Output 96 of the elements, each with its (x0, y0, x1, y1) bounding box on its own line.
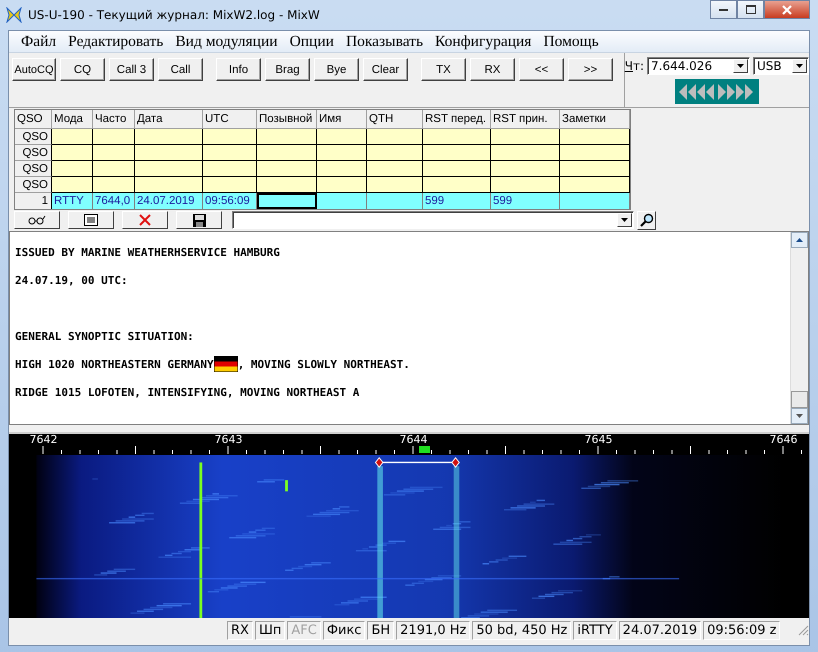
down-arrow-icon[interactable] (796, 414, 803, 418)
table-cell: 7644,0 (93, 193, 135, 209)
column-header[interactable]: Дата (135, 110, 203, 129)
macro-button[interactable]: >> (568, 58, 613, 81)
menu-item[interactable]: Редактировать (62, 32, 170, 50)
close-icon (782, 4, 792, 14)
log-row[interactable]: QSO (15, 161, 630, 177)
macro-button[interactable]: Clear (363, 58, 408, 81)
frequency-label: 7646 (768, 434, 798, 443)
log-row[interactable]: QSO (15, 145, 630, 161)
glasses-icon (28, 215, 46, 225)
up-arrow-icon[interactable] (796, 238, 803, 242)
frequency-label: Чт: (624, 59, 644, 73)
tuning-arrows-button[interactable] (674, 79, 759, 104)
cross-icon (139, 214, 151, 226)
log-row[interactable]: 1 RTTY 7644,0 24.07.2019 09:56:09 599 599 (15, 193, 630, 209)
received-text-line: ISSUED BY MARINE WEATHERHSERVICE HAMBURG (15, 246, 280, 259)
macro-button[interactable]: << (519, 58, 564, 81)
received-text-line: GENERAL SYNOPTIC SITUATION: (15, 330, 194, 343)
log-row[interactable]: QSO (15, 177, 630, 193)
row-header: QSO (15, 129, 52, 145)
received-text-line: RIDGE 1015 LOFOTEN, INTENSIFYING, MOVING NORTHEAST A (15, 386, 360, 399)
window-title: US-U-190 - Текущий журнал: MixW2.log - MixW (28, 8, 320, 22)
table-cell: 24.07.2019 (135, 193, 203, 209)
column-header[interactable]: RST перед. (423, 110, 491, 129)
status-panel: 50 bd, 450 Hz (472, 620, 572, 640)
save-button[interactable] (176, 211, 222, 229)
search-icon (640, 213, 654, 227)
menu-item[interactable]: Файл (15, 32, 62, 50)
column-header[interactable]: QTH (367, 110, 423, 129)
received-text-line: 24.07.19, 00 UTC: (15, 274, 128, 287)
status-panel: 09:56:09 z (703, 620, 780, 640)
received-text-line: HIGH 1020 NORTHEASTERN GERMANY (15, 358, 214, 371)
minimize-icon (719, 8, 728, 12)
macro-button[interactable]: CQ (60, 58, 105, 81)
table-cell: 599 (491, 193, 560, 209)
menu-item[interactable]: Конфигурация (429, 32, 538, 50)
macro-button[interactable]: Brag (265, 58, 310, 81)
frequency-label: 7645 (584, 434, 614, 443)
close-button[interactable] (764, 0, 810, 19)
column-header[interactable]: Заметки (560, 110, 630, 129)
column-header[interactable]: UTC (203, 110, 257, 129)
menu-item[interactable]: Показывать (340, 32, 430, 50)
dropdown-icon (737, 64, 744, 68)
dropdown-icon (796, 64, 803, 68)
frequency-label: 7643 (214, 434, 244, 443)
search-button[interactable] (637, 210, 656, 230)
card-button[interactable] (68, 211, 114, 229)
macro-button[interactable]: Info (216, 58, 261, 81)
maximize-icon (746, 5, 756, 14)
card-icon (84, 214, 98, 226)
status-panel: Шп (254, 620, 286, 640)
minimize-button[interactable] (710, 0, 737, 19)
macro-button[interactable]: RX (470, 58, 515, 81)
column-header[interactable]: RST прин. (491, 110, 560, 129)
menu-item[interactable]: Опции (284, 32, 340, 50)
dropdown-icon (621, 218, 628, 222)
column-header[interactable]: Мода (52, 110, 93, 129)
frequency-label: 7642 (28, 434, 58, 443)
status-panel: RX (227, 620, 253, 640)
column-header[interactable]: Имя (317, 110, 367, 129)
macro-button[interactable]: Call 3 (109, 58, 154, 81)
menu-item[interactable]: Вид модуляции (169, 32, 284, 50)
log-row[interactable]: QSO (15, 129, 630, 145)
status-panel: 24.07.2019 (618, 620, 702, 640)
table-cell: 09:56:09 (203, 193, 257, 209)
column-header[interactable]: QSO (15, 110, 52, 129)
glasses-button[interactable] (14, 211, 60, 229)
maximize-button[interactable] (737, 0, 764, 19)
frequency-label: 7644 (398, 434, 428, 443)
status-panel: iRTTY (573, 620, 617, 640)
scrollbar[interactable] (790, 232, 808, 424)
macro-button[interactable]: Call (158, 58, 203, 81)
status-panel: AFC (287, 620, 321, 640)
menu-item[interactable]: Помощь (537, 32, 605, 50)
mode-dropdown[interactable]: USB (753, 57, 809, 75)
scrollbar-thumb[interactable] (791, 391, 808, 408)
column-header[interactable]: Позывной (257, 110, 317, 129)
row-header: QSO (15, 177, 52, 193)
status-panel: БН (367, 620, 394, 640)
column-header[interactable]: Часто (93, 110, 135, 129)
macro-button[interactable]: TX (421, 58, 466, 81)
status-panel: Фикс (322, 620, 366, 640)
row-header: QSO (15, 161, 52, 177)
frequency-field[interactable]: 7.644.026 (647, 57, 750, 75)
received-text-line: , MOVING SLOWLY NORTHEAST. (238, 358, 410, 371)
macro-button[interactable]: AutoCQ (12, 58, 56, 81)
table-cell: RTTY (52, 193, 93, 209)
status-panel: 2191,0 Hz (396, 620, 470, 640)
butterfly-icon (6, 7, 22, 23)
row-header: QSO (15, 145, 52, 161)
delete-button[interactable] (122, 211, 168, 229)
table-cell: 599 (423, 193, 491, 209)
search-field[interactable] (232, 211, 634, 229)
resize-grip-icon (797, 624, 809, 636)
macro-button[interactable]: Bye (314, 58, 359, 81)
